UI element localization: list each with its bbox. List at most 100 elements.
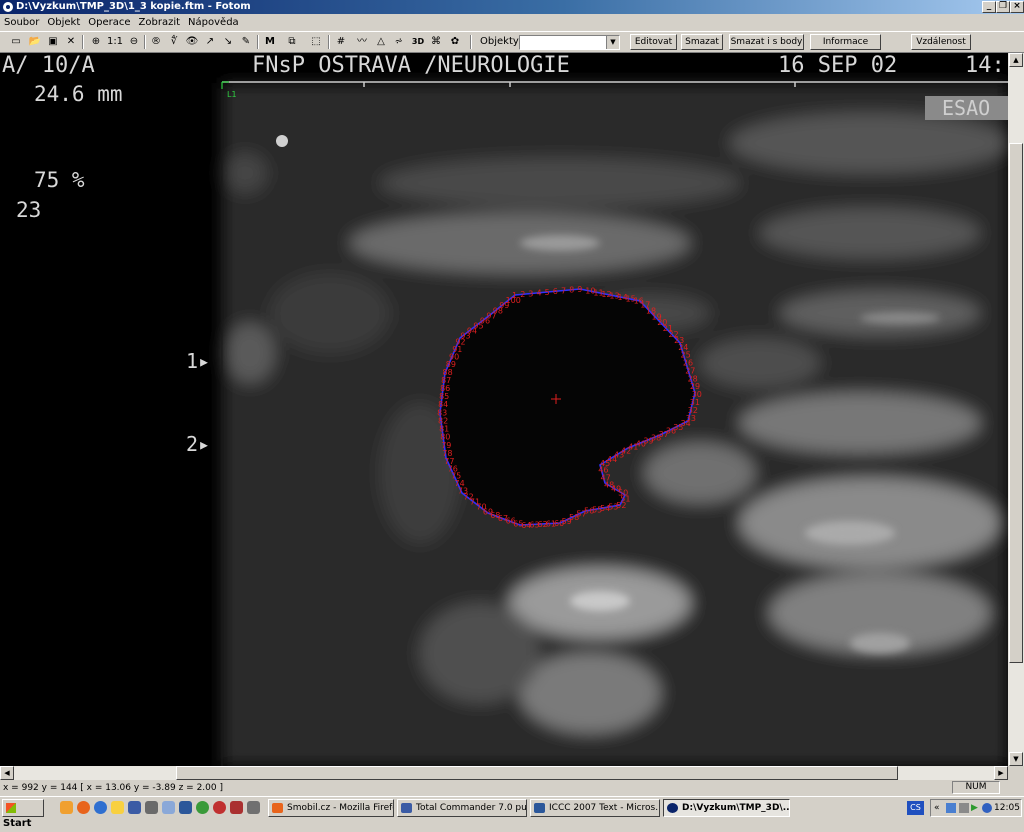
new-file-icon[interactable]: ▭	[8, 34, 24, 50]
restore-button[interactable]: ❐	[996, 1, 1010, 13]
point-icon[interactable]: ↘	[220, 34, 236, 50]
quicklaunch-firefox-icon[interactable]	[77, 801, 90, 814]
quicklaunch-doc-icon[interactable]	[162, 801, 175, 814]
vertical-scrollbar[interactable]: ▲ ▼	[1008, 53, 1024, 766]
shield-icon[interactable]	[982, 803, 992, 813]
menu-objekt[interactable]: Objekt	[43, 14, 84, 31]
objects-label: Objekty:	[480, 36, 522, 47]
quicklaunch-app-icon[interactable]	[213, 801, 226, 814]
zoom-in-icon[interactable]: ⊕	[88, 34, 104, 50]
quicklaunch-acrobat-icon[interactable]	[230, 801, 243, 814]
scroll-right-arrow-icon[interactable]: ▶	[994, 766, 1008, 780]
title-bar: D:\Vyzkum\TMP_3D\1_3 kopie.ftm - Fotom _…	[0, 0, 1024, 14]
toolbar-separator	[82, 35, 84, 49]
num-lock-indicator: NUM	[952, 781, 1000, 794]
open-folder-icon[interactable]: 📂	[27, 34, 43, 50]
quicklaunch-video-icon[interactable]	[145, 801, 158, 814]
quicklaunch-media-icon[interactable]	[196, 801, 209, 814]
contour-point-label: 81	[439, 425, 449, 434]
quicklaunch-ie-icon[interactable]	[94, 801, 107, 814]
esao-tag: ESAO	[942, 96, 990, 120]
volume-icon[interactable]	[959, 803, 969, 813]
play-icon[interactable]: ▶	[971, 800, 978, 816]
select-region-icon[interactable]: ⬚	[308, 34, 324, 50]
tray-expand-icon[interactable]: «	[934, 800, 940, 816]
contour-point-label: 87	[441, 376, 451, 385]
vertical-scroll-thumb[interactable]	[1009, 143, 1023, 663]
task-firefox[interactable]: Smobil.cz - Mozilla Firefox	[268, 799, 394, 817]
task-word[interactable]: ICCC 2007 Text - Micros...	[530, 799, 660, 817]
horizontal-scroll-thumb[interactable]	[176, 766, 898, 780]
contour-point-label: 85	[439, 392, 449, 401]
start-button[interactable]: Start	[2, 799, 44, 829]
grid-icon[interactable]: #	[333, 34, 349, 50]
menu-napoveda[interactable]: Nápověda	[184, 14, 243, 31]
scrollbar-corner	[1008, 766, 1024, 780]
contour-point-label: 8	[569, 286, 574, 295]
clock[interactable]: 12:05	[994, 800, 1020, 816]
institution-header: FNsP OSTRAVA /NEUROLOGIE	[252, 53, 570, 78]
coordinates-readout: x = 992 y = 144 [ x = 13.06 y = -3.89 z …	[3, 783, 223, 793]
fotom-icon	[667, 803, 678, 813]
quicklaunch-save-icon[interactable]	[128, 801, 141, 814]
marker-2: 2▸	[186, 432, 210, 456]
toolbar-separator	[144, 35, 146, 49]
chart-icon[interactable]: 〰	[354, 34, 370, 50]
contour-point-label: 84	[438, 400, 448, 409]
contour-point-label: 6	[553, 287, 558, 296]
camera-icon[interactable]: ⌘	[428, 34, 444, 50]
quicklaunch-desktop-icon[interactable]	[60, 801, 73, 814]
quicklaunch-word-icon[interactable]	[179, 801, 192, 814]
edit-button[interactable]: Editovat	[630, 34, 677, 50]
export-icon[interactable]: ⧉	[284, 34, 300, 50]
close-icon[interactable]: ✕	[63, 34, 79, 50]
cursor-icon[interactable]: ↗	[202, 34, 218, 50]
quicklaunch-folder-icon[interactable]	[111, 801, 124, 814]
info-button[interactable]: Informace	[810, 34, 881, 50]
start-label: Start	[3, 818, 32, 829]
triangle-icon[interactable]: △	[373, 34, 389, 50]
toolbar-separator	[257, 35, 259, 49]
scroll-up-arrow-icon[interactable]: ▲	[1009, 53, 1023, 67]
horizontal-scrollbar[interactable]: ◀ ▶	[0, 766, 1008, 780]
network-icon[interactable]	[946, 803, 956, 813]
menu-zobrazit[interactable]: Zobrazit	[135, 14, 185, 31]
delete-with-points-button[interactable]: Smazat i s body	[729, 34, 804, 50]
menu-bar: Soubor Objekt Operace Zobrazit Nápověda	[0, 14, 1024, 31]
objects-select[interactable]: ▼	[519, 35, 620, 50]
distance-button[interactable]: Vzdálenost	[911, 34, 971, 50]
zoom-out-icon[interactable]: ⊖	[126, 34, 142, 50]
window-title: D:\Vyzkum\TMP_3D\1_3 kopie.ftm - Fotom	[16, 1, 251, 12]
image-viewport[interactable]: 1 2 3 4 5 6 7 8 9 10 11 12 13 14 15 16 17 18 19 20 21 22 23 24 2…	[0, 53, 1008, 766]
language-indicator[interactable]: CS	[907, 801, 924, 815]
task-label: ICCC 2007 Text - Micros...	[549, 803, 660, 813]
measure-icon[interactable]: ∜	[166, 34, 182, 50]
scroll-down-arrow-icon[interactable]: ▼	[1009, 752, 1023, 766]
reset-icon[interactable]: ®	[148, 34, 164, 50]
menu-operace[interactable]: Operace	[84, 14, 134, 31]
eye-icon[interactable]: 👁	[184, 34, 200, 50]
menu-soubor[interactable]: Soubor	[0, 14, 43, 31]
graph-icon[interactable]: ⩫	[391, 34, 407, 50]
delete-button[interactable]: Smazat	[681, 34, 723, 50]
contour-point-label: 83	[437, 408, 447, 417]
ultrasound-image[interactable]: 1 2 3 4 5 6 7 8 9 1011121314151617181920212223242…	[0, 53, 1008, 766]
zoom-1-1-button[interactable]: 1:1	[106, 34, 124, 50]
contour-point-label: 3	[528, 290, 533, 299]
task-fotom[interactable]: D:\Vyzkum\TMP_3D\...	[663, 799, 790, 817]
freehand-icon[interactable]: ✎	[238, 34, 254, 50]
quicklaunch-tool-icon[interactable]	[247, 801, 260, 814]
taskbar: Start Smobil.cz - Mozilla Firefox Total …	[0, 796, 1024, 829]
3d-view-icon[interactable]: 3D	[410, 34, 426, 50]
task-total-commander[interactable]: Total Commander 7.0 pu...	[397, 799, 527, 817]
tool-icon[interactable]: ✿	[447, 34, 463, 50]
depth-readout: 24.6 mm	[34, 82, 123, 106]
close-button[interactable]: ×	[1010, 1, 1024, 13]
status-bar: x = 992 y = 144 [ x = 13.06 y = -3.89 z …	[0, 780, 1024, 796]
scroll-left-arrow-icon[interactable]: ◀	[0, 766, 14, 780]
save-icon[interactable]: ▣	[45, 34, 61, 50]
dropdown-arrow-icon[interactable]: ▼	[606, 36, 619, 49]
minimize-button[interactable]: _	[982, 1, 996, 13]
exam-time: 14:	[965, 53, 1005, 78]
m-button[interactable]: M	[262, 34, 278, 50]
